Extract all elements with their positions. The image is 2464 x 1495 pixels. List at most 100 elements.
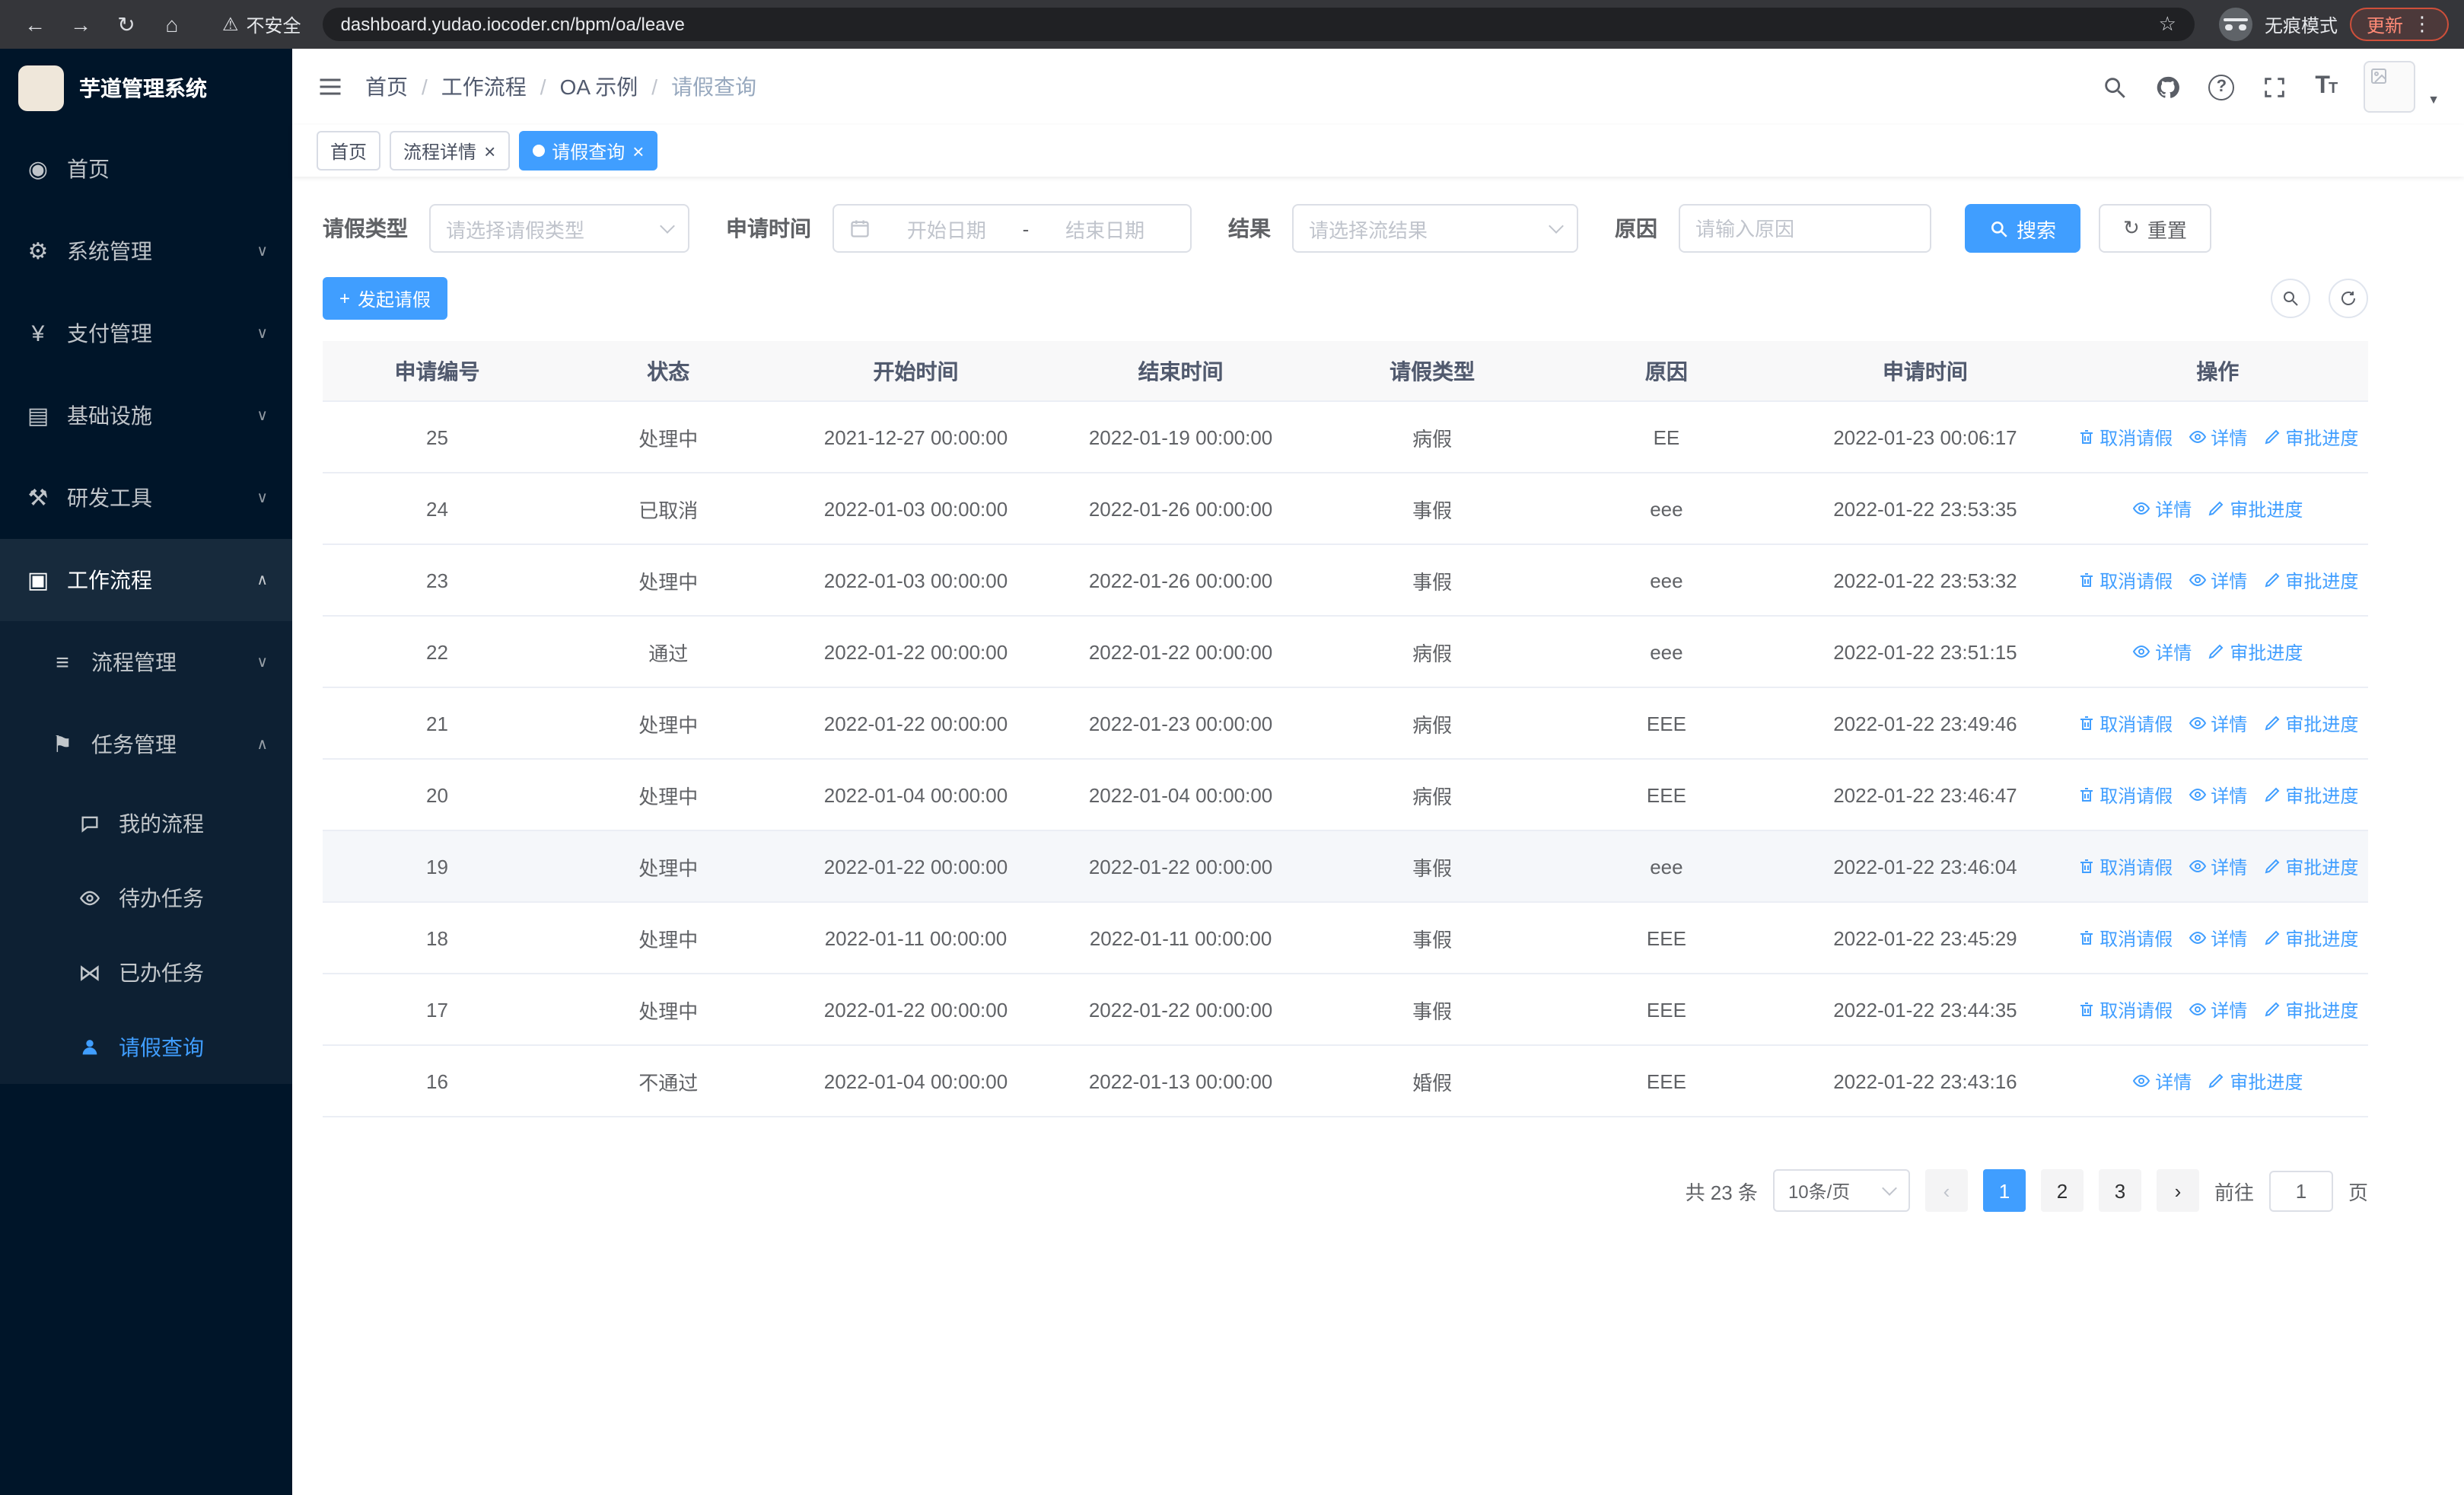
cancel-leave-link[interactable]: 取消请假 [2077,853,2173,879]
detail-label: 详情 [2211,785,2248,806]
approval-progress-link[interactable]: 审批进度 [2207,1068,2303,1094]
approval-progress-label: 审批进度 [2285,713,2359,735]
cancel-leave-link[interactable]: 取消请假 [2077,424,2173,450]
goto-label: 前往 [2214,1181,2254,1203]
table-row: 20 处理中 2022-01-04 00:00:00 2022-01-04 00:00… [323,760,2368,831]
fullscreen-icon[interactable] [2262,74,2287,100]
update-button[interactable]: 更新 ⋮ [2349,8,2449,41]
leave-type-label: 请假类型 [323,216,408,241]
apply-time-range-picker[interactable]: 开始日期 - 结束日期 [832,204,1192,253]
page-size-select[interactable]: 10条/页 [1772,1169,1910,1212]
approval-progress-link[interactable]: 审批进度 [2207,496,2303,521]
approval-progress-link[interactable]: 审批进度 [2207,639,2303,665]
create-leave-button[interactable]: + 发起请假 [323,277,448,320]
create-leave-label: 发起请假 [358,288,431,310]
refresh-table-button[interactable] [2329,279,2368,318]
reason-input[interactable] [1679,204,1931,253]
detail-link[interactable]: 详情 [2132,496,2192,521]
detail-link[interactable]: 详情 [2188,925,2247,951]
back-icon[interactable]: ← [15,5,55,44]
security-indicator[interactable]: ⚠ 不安全 [222,11,301,37]
sidebar-item-task-mgmt[interactable]: ⚑ 任务管理 ∧ [0,703,292,786]
prev-page-button[interactable]: ‹ [1924,1169,1968,1212]
search-button-label: 搜索 [2017,218,2057,241]
cancel-leave-link[interactable]: 取消请假 [2077,996,2173,1022]
approval-progress-link[interactable]: 审批进度 [2262,925,2358,951]
page-buttons: 123 [1982,1169,2141,1212]
tab-leave-query[interactable]: 请假查询 × [518,131,658,171]
cancel-leave-link[interactable]: 取消请假 [2077,925,2173,951]
address-bar[interactable]: dashboard.yudao.iocoder.cn/bpm/oa/leave … [322,8,2195,41]
sidebar-item-done-tasks[interactable]: ⋈ 已办任务 [0,935,292,1009]
cell-end: 2022-01-22 00:00:00 [1088,998,1273,1021]
next-page-button[interactable]: › [2156,1169,2199,1212]
logo-avatar [18,65,64,111]
sidebar-item-label: 我的流程 [119,811,204,835]
sidebar-item-payment[interactable]: ¥ 支付管理 ∨ [0,292,292,375]
browser-menu-icon[interactable]: ⋮ [2412,12,2432,37]
detail-link[interactable]: 详情 [2132,1068,2192,1094]
breadcrumb-item[interactable]: OA 示例 [560,72,638,102]
sidebar-item-devtools[interactable]: ⚒ 研发工具 ∨ [0,457,292,539]
sidebar-item-leave-query[interactable]: 请假查询 [0,1009,292,1084]
github-icon[interactable] [2155,74,2181,100]
detail-link[interactable]: 详情 [2188,567,2247,593]
sidebar-item-workflow[interactable]: ▣ 工作流程 ∧ [0,539,292,621]
sidebar-item-todo-tasks[interactable]: 待办任务 [0,860,292,935]
detail-link[interactable]: 详情 [2188,853,2247,879]
sidebar-item-label: 已办任务 [119,960,204,984]
page-button-3[interactable]: 3 [2098,1169,2141,1212]
approval-progress-link[interactable]: 审批进度 [2262,710,2358,736]
search-icon[interactable] [2102,74,2128,100]
sidebar-item-infra[interactable]: ▤ 基础设施 ∨ [0,375,292,457]
detail-label: 详情 [2211,427,2248,448]
home-icon[interactable]: ⌂ [152,5,192,44]
page-button-1[interactable]: 1 [1982,1169,2026,1212]
help-icon[interactable]: ? [2208,74,2235,100]
breadcrumb-item[interactable]: 工作流程 [441,72,527,102]
cell-start: 2022-01-04 00:00:00 [823,783,1008,806]
goto-page-input[interactable] [2268,1170,2333,1211]
sidebar-toggle-icon[interactable] [317,73,344,100]
sidebar-item-home[interactable]: ◉ 首页 [0,128,292,210]
close-icon[interactable]: × [484,141,495,161]
breadcrumb-item[interactable]: 首页 [365,72,408,102]
incognito-icon [2218,8,2252,41]
approval-progress-link[interactable]: 审批进度 [2262,567,2358,593]
font-size-icon[interactable]: TT [2315,73,2338,100]
user-menu-caret-icon[interactable]: ▼ [2427,93,2440,113]
approval-progress-link[interactable]: 审批进度 [2262,782,2358,808]
approval-progress-link[interactable]: 审批进度 [2262,996,2358,1022]
reset-button[interactable]: ↻ 重置 [2099,204,2211,253]
result-label: 结果 [1228,216,1271,241]
tab-home[interactable]: 首页 [317,131,381,171]
sidebar-item-system[interactable]: ⚙ 系统管理 ∨ [0,210,292,292]
approval-progress-link[interactable]: 审批进度 [2262,853,2358,879]
cancel-leave-link[interactable]: 取消请假 [2077,782,2173,808]
bookmark-star-icon[interactable]: ☆ [2159,12,2176,37]
tab-process-detail[interactable]: 流程详情 × [390,131,510,171]
toggle-search-button[interactable] [2271,279,2310,318]
approval-progress-link[interactable]: 审批进度 [2262,424,2358,450]
forward-icon[interactable]: → [61,5,100,44]
detail-link[interactable]: 详情 [2188,782,2247,808]
leave-type-select[interactable]: 请选择请假类型 [429,204,689,253]
start-date-placeholder: 开始日期 [906,218,986,241]
close-icon[interactable]: × [632,141,644,161]
cancel-leave-link[interactable]: 取消请假 [2077,710,2173,736]
detail-link[interactable]: 详情 [2188,710,2247,736]
cancel-leave-link[interactable]: 取消请假 [2077,567,2173,593]
detail-link[interactable]: 详情 [2188,996,2247,1022]
avatar[interactable] [2364,61,2416,113]
filter-bar: 请假类型 请选择请假类型 申请时间 开始日期 - 结束日期 结果 请选择流结果 … [323,204,2368,253]
detail-link[interactable]: 详情 [2132,639,2192,665]
sidebar-item-my-process[interactable]: 我的流程 [0,786,292,860]
detail-link[interactable]: 详情 [2188,424,2247,450]
result-select[interactable]: 请选择流结果 [1292,204,1578,253]
page-button-2[interactable]: 2 [2040,1169,2084,1212]
app-title: 芋道管理系统 [79,76,207,100]
sidebar-item-process-mgmt[interactable]: ≡ 流程管理 ∨ [0,621,292,703]
reload-icon[interactable]: ↻ [107,5,146,44]
breadcrumb-separator: / [651,75,658,99]
search-button[interactable]: 搜索 [1965,204,2081,253]
